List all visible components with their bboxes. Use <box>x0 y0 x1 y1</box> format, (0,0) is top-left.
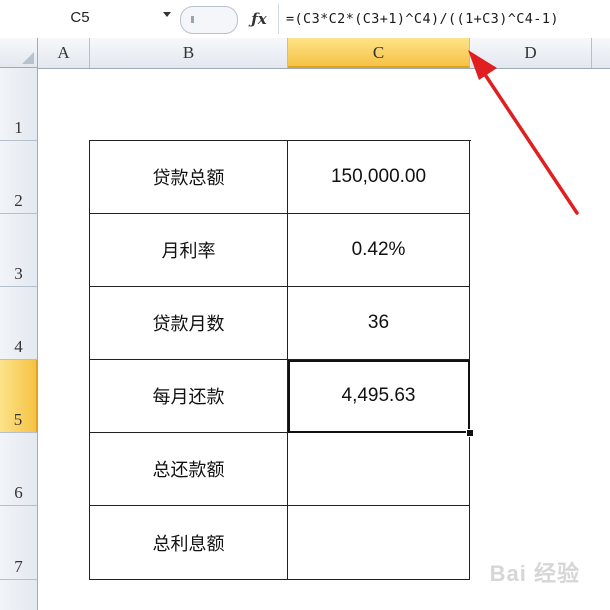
row-header-1[interactable]: 1 <box>0 68 38 141</box>
select-all-button[interactable] <box>0 38 38 68</box>
fill-handle[interactable] <box>466 429 474 437</box>
arrow-shaft <box>476 62 579 215</box>
cell-c2[interactable]: 150,000.00 <box>288 141 470 214</box>
cell-b2[interactable]: 贷款总额 <box>90 141 288 214</box>
select-all-icon <box>22 52 34 64</box>
formula-bar: C5 ƒx =(C3*C2*(C3+1)^C4)/((1+C3)^C4-1) <box>0 0 610 39</box>
cell-b3[interactable]: 月利率 <box>90 214 288 287</box>
cell-c5-selected[interactable]: 4,495.63 <box>288 360 470 433</box>
row-header-empty <box>0 580 38 610</box>
formula-bar-expand-handle[interactable] <box>180 6 238 34</box>
name-box[interactable]: C5 <box>0 6 160 30</box>
row-header-4[interactable]: 4 <box>0 287 38 360</box>
column-header-d[interactable]: D <box>470 38 592 68</box>
column-header-c[interactable]: C <box>288 38 470 68</box>
row-header-3[interactable]: 3 <box>0 214 38 287</box>
row-header-2[interactable]: 2 <box>0 141 38 214</box>
row-header-7[interactable]: 7 <box>0 506 38 580</box>
cell-b5[interactable]: 每月还款 <box>90 360 288 433</box>
cell-c6[interactable] <box>288 433 470 506</box>
divider <box>278 4 279 34</box>
row-header-5[interactable]: 5 <box>0 360 38 433</box>
cell-b6[interactable]: 总还款额 <box>90 433 288 506</box>
cell-c4[interactable]: 36 <box>288 287 470 360</box>
formula-input[interactable]: =(C3*C2*(C3+1)^C4)/((1+C3)^C4-1) <box>286 6 559 32</box>
column-header-a[interactable]: A <box>38 38 90 68</box>
handle-grip-icon <box>191 16 194 23</box>
function-icon[interactable]: ƒx <box>248 8 270 30</box>
chevron-down-icon[interactable] <box>163 12 171 17</box>
watermark-logo: Bai 经验 <box>489 561 580 586</box>
cell-c7[interactable] <box>288 506 470 580</box>
row-header-6[interactable]: 6 <box>0 433 38 506</box>
cell-b7[interactable]: 总利息额 <box>90 506 288 580</box>
cell-b4[interactable]: 贷款月数 <box>90 287 288 360</box>
cell-c3[interactable]: 0.42% <box>288 214 470 287</box>
column-header-b[interactable]: B <box>90 38 288 68</box>
